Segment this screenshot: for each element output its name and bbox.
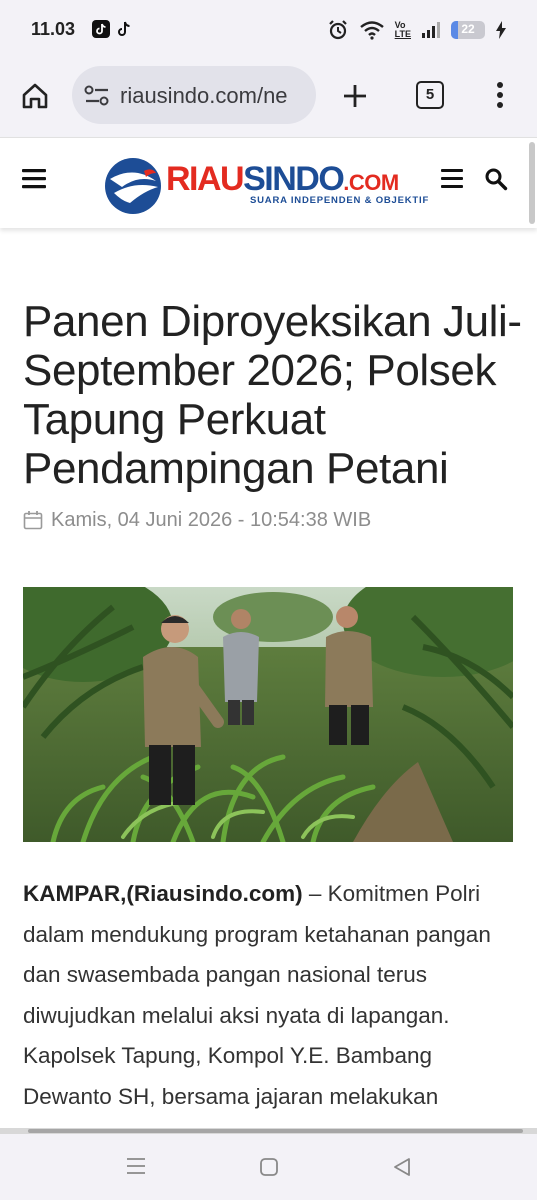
logo-part-com: .COM [343,170,399,195]
article-content: Panen Diproyeksikan Juli-September 2026;… [0,227,537,1132]
home-circle-icon[interactable] [259,1157,279,1177]
volte-icon: Vo LTE [395,21,411,39]
article-date: Kamis, 04 Juni 2026 - 10:54:38 WIB [51,508,372,531]
site-header: RIAUSINDO.COM [0,137,537,228]
logo-part-riau: RIAU [166,160,245,198]
status-time: 11.03 [31,19,76,39]
horizontal-scrollbar[interactable] [28,1129,523,1133]
secondary-menu-icon[interactable] [441,169,463,188]
url-text[interactable]: riausindo.com/ne [120,83,288,109]
logo-part-sindo: SINDO [243,160,345,198]
photo-officers-cornfield [23,587,513,842]
page-scrollbar-indicator[interactable] [529,142,535,224]
url-bar[interactable]: riausindo.com/ne [72,66,316,124]
battery-icon: 22 [451,21,485,39]
system-nav-bar [0,1134,537,1200]
alarm-icon [328,20,347,40]
back-icon[interactable] [392,1157,412,1177]
tiktok-icon [118,21,130,36]
article-body: KAMPAR,(Riausindo.com) – Komitmen Polri … [23,874,523,1117]
status-bar: 11.03 Vo LTE 22 [0,0,537,62]
signal-icon [422,22,440,38]
article-title: Panen Diproyeksikan Juli-September 2026;… [23,297,522,493]
tiktok-app-icon [92,20,110,38]
site-tagline: SUARA INDEPENDEN & OBJEKTIF [250,195,430,206]
site-logo[interactable]: RIAUSINDO.COM [166,162,399,196]
new-tab-icon[interactable] [341,82,369,110]
site-settings-icon[interactable] [84,85,110,107]
article-photo[interactable] [23,587,513,842]
more-vert-icon[interactable] [494,81,506,109]
article-body-text: – Komitmen Polri dalam mendukung program… [23,881,491,1109]
tabs-icon[interactable]: 5 [416,81,444,109]
recents-icon[interactable] [126,1157,146,1175]
battery-level: 22 [461,22,475,36]
article-meta: Kamis, 04 Juni 2026 - 10:54:38 WIB [23,505,371,535]
logo-emblem-icon[interactable] [104,157,162,215]
volte-bottom-label: LTE [394,29,411,39]
status-right-group: Vo LTE 22 [327,18,507,42]
wifi-icon [359,21,384,40]
browser-toolbar: riausindo.com/ne 5 [0,62,537,137]
search-icon[interactable] [484,167,508,191]
charging-icon [496,21,506,39]
home-icon[interactable] [21,82,49,110]
article-dateline: KAMPAR,(Riausindo.com) [23,881,303,906]
calendar-icon [23,511,43,530]
hamburger-menu-icon[interactable] [22,168,46,190]
